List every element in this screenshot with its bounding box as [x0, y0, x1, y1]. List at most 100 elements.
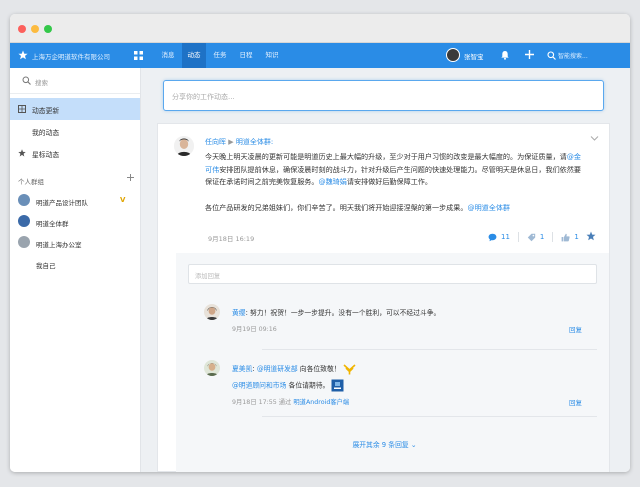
person-photo-icon — [174, 136, 194, 156]
like-button[interactable]: 1 — [561, 233, 579, 242]
expand-replies-link[interactable]: 展开其余 9 条回复 ⌄ — [158, 439, 611, 449]
down-arrow-emoji-icon — [343, 364, 356, 375]
mention-link[interactable]: @明道研发部 — [257, 365, 298, 373]
zoom-window-button[interactable] — [44, 25, 52, 33]
thumbs-up-icon — [561, 233, 571, 241]
post-author-avatar[interactable] — [174, 136, 194, 156]
company-name: 上海万企明道软件有限公司 — [32, 53, 110, 61]
reply-button[interactable]: 回复 — [569, 397, 582, 407]
team-badge-icon — [331, 379, 344, 392]
star-icon — [18, 149, 26, 157]
bell-icon[interactable] — [500, 50, 510, 60]
post-group-link[interactable]: 明道全体群: — [236, 138, 273, 146]
post-timestamp: 9月18日 16:19 — [208, 235, 255, 243]
feed-main: 分享你的工作动态... 任向晖 ▶ 明道全体群: 今天晚上明天凌晨的更新可能是明… — [141, 68, 630, 472]
comment-timestamp: 9月19日 09:16 — [232, 326, 277, 333]
sidebar-group-all-company[interactable]: 明道全体群 — [10, 211, 140, 232]
apps-grid-icon[interactable] — [134, 51, 143, 60]
plus-icon[interactable] — [524, 49, 535, 60]
search-icon — [22, 76, 31, 85]
reply-input[interactable]: 添加回复 — [188, 264, 597, 284]
sidebar-search[interactable]: 搜索 — [10, 68, 140, 94]
reply-placeholder: 添加回复 — [195, 273, 221, 280]
sidebar: 搜索 动态更新 我的动态 星标动态 个人群组 明道产品设计团队 V 明道全体群 … — [10, 68, 141, 472]
post-body: 今天晚上明天凌晨的更新可能是明道历史上最大幅的升级，至少对于用户习惯的改变是最大… — [205, 151, 585, 215]
group-label: 明道全体群 — [36, 220, 69, 228]
person-photo-icon — [204, 360, 220, 376]
tag-icon — [527, 233, 536, 241]
logo-icon — [18, 50, 28, 60]
user-avatar[interactable] — [446, 48, 460, 62]
tab-feed[interactable]: 动态 — [182, 43, 206, 68]
sidebar-item-feed-updates[interactable]: 动态更新 — [10, 98, 140, 120]
groups-section-header: 个人群组 — [10, 168, 140, 190]
post-separator: ▶ — [228, 138, 234, 146]
tag-button[interactable]: 1 — [527, 233, 544, 242]
divider — [552, 232, 554, 242]
sidebar-group-shanghai-office[interactable]: 明道上海办公室 — [10, 232, 140, 253]
comment-text-line: @明道顾问和市场 各位请期待。 — [232, 379, 344, 392]
mention-link[interactable]: @魏琦娟 — [319, 177, 347, 186]
global-search-input[interactable]: 智能搜索... — [558, 51, 588, 60]
likes-count: 1 — [574, 233, 579, 241]
comments-count: 11 — [501, 233, 510, 241]
tab-knowledge[interactable]: 知识 — [260, 43, 284, 68]
group-avatar — [18, 236, 30, 248]
divider — [262, 416, 597, 417]
post-paragraph: 今天晚上明天凌晨的更新可能是明道历史上最大幅的升级，至少对于用户习惯的改变是最大… — [205, 152, 581, 187]
sidebar-item-label: 动态更新 — [32, 107, 60, 115]
comment-author-name[interactable]: 黄缨 — [232, 309, 246, 317]
comment-meta: 9月18日 17:55 通过 明道Android客户端 — [232, 399, 350, 406]
feed-post: 任向晖 ▶ 明道全体群: 今天晚上明天凌晨的更新可能是明道历史上最大幅的升级，至… — [157, 123, 610, 472]
post-paragraph: 各位产品研发的兄弟姐妹们，你们辛苦了。明天我们将开始迎接涅槃的第一步成果。@明道… — [205, 203, 511, 213]
post-header: 任向晖 ▶ 明道全体群: — [205, 137, 273, 147]
star-icon[interactable] — [586, 231, 596, 241]
tab-tasks[interactable]: 任务 — [208, 43, 232, 68]
post-composer-input[interactable]: 分享你的工作动态... — [163, 80, 604, 111]
divider — [262, 349, 597, 350]
group-label: 明道上海办公室 — [36, 241, 82, 249]
search-icon[interactable] — [547, 51, 556, 60]
tab-messages[interactable]: 消息 — [156, 43, 180, 68]
minimize-window-button[interactable] — [31, 25, 39, 33]
group-label: 明道产品设计团队 — [36, 199, 88, 207]
main-tabs: 消息 动态 任务 日程 知识 — [156, 43, 286, 68]
verified-badge: V — [120, 196, 126, 204]
chevron-down-icon[interactable] — [590, 135, 599, 142]
divider — [517, 232, 519, 242]
post-author-name[interactable]: 任向晖 — [205, 138, 226, 146]
person-photo-icon — [204, 304, 220, 320]
comment-button[interactable]: 11 — [488, 233, 510, 242]
mention-link[interactable]: @明道全体群 — [467, 203, 510, 212]
group-avatar — [18, 215, 30, 227]
comment-author-name[interactable]: 夏美凯 — [232, 365, 252, 373]
title-bar — [10, 14, 630, 43]
comment-author-avatar[interactable] — [204, 360, 220, 376]
add-group-icon[interactable] — [126, 173, 135, 182]
user-name[interactable]: 张智宝 — [464, 51, 484, 61]
sidebar-group-design-team[interactable]: 明道产品设计团队 V — [10, 190, 140, 211]
sidebar-item-my-feed[interactable]: 我的动态 — [10, 120, 140, 142]
tags-count: 1 — [539, 233, 545, 241]
group-avatar — [18, 194, 30, 206]
sidebar-group-myself[interactable]: 我自己 — [10, 253, 140, 274]
top-navigation: 上海万企明道软件有限公司 消息 动态 任务 日程 知识 张智宝 智能搜索... — [10, 43, 630, 68]
sidebar-item-starred[interactable]: 星标动态 — [10, 142, 140, 164]
client-link[interactable]: 明道Android客户端 — [293, 399, 349, 406]
sidebar-item-label: 我的动态 — [32, 129, 60, 137]
comment-icon — [488, 233, 497, 241]
groups-section-title: 个人群组 — [18, 178, 44, 186]
app-window: 上海万企明道软件有限公司 消息 动态 任务 日程 知识 张智宝 智能搜索... — [10, 14, 630, 472]
tab-calendar[interactable]: 日程 — [234, 43, 258, 68]
sidebar-item-label: 星标动态 — [32, 151, 60, 159]
reply-button[interactable]: 回复 — [569, 324, 582, 334]
sidebar-search-placeholder: 搜索 — [35, 79, 48, 87]
group-label: 我自己 — [36, 262, 56, 270]
comment-text: 夏美凯: @明道研发部 向各位致敬！ — [232, 363, 356, 375]
comment-text: 黄缨: 努力！祝贺！一步一步提升。没有一个胜利，可以不经过斗争。 — [232, 309, 441, 317]
composer-placeholder: 分享你的工作动态... — [172, 93, 235, 101]
comment-author-avatar[interactable] — [204, 304, 220, 320]
grid-icon — [18, 105, 26, 113]
mention-link[interactable]: @明道顾问和市场 — [232, 382, 286, 390]
close-window-button[interactable] — [18, 25, 26, 33]
